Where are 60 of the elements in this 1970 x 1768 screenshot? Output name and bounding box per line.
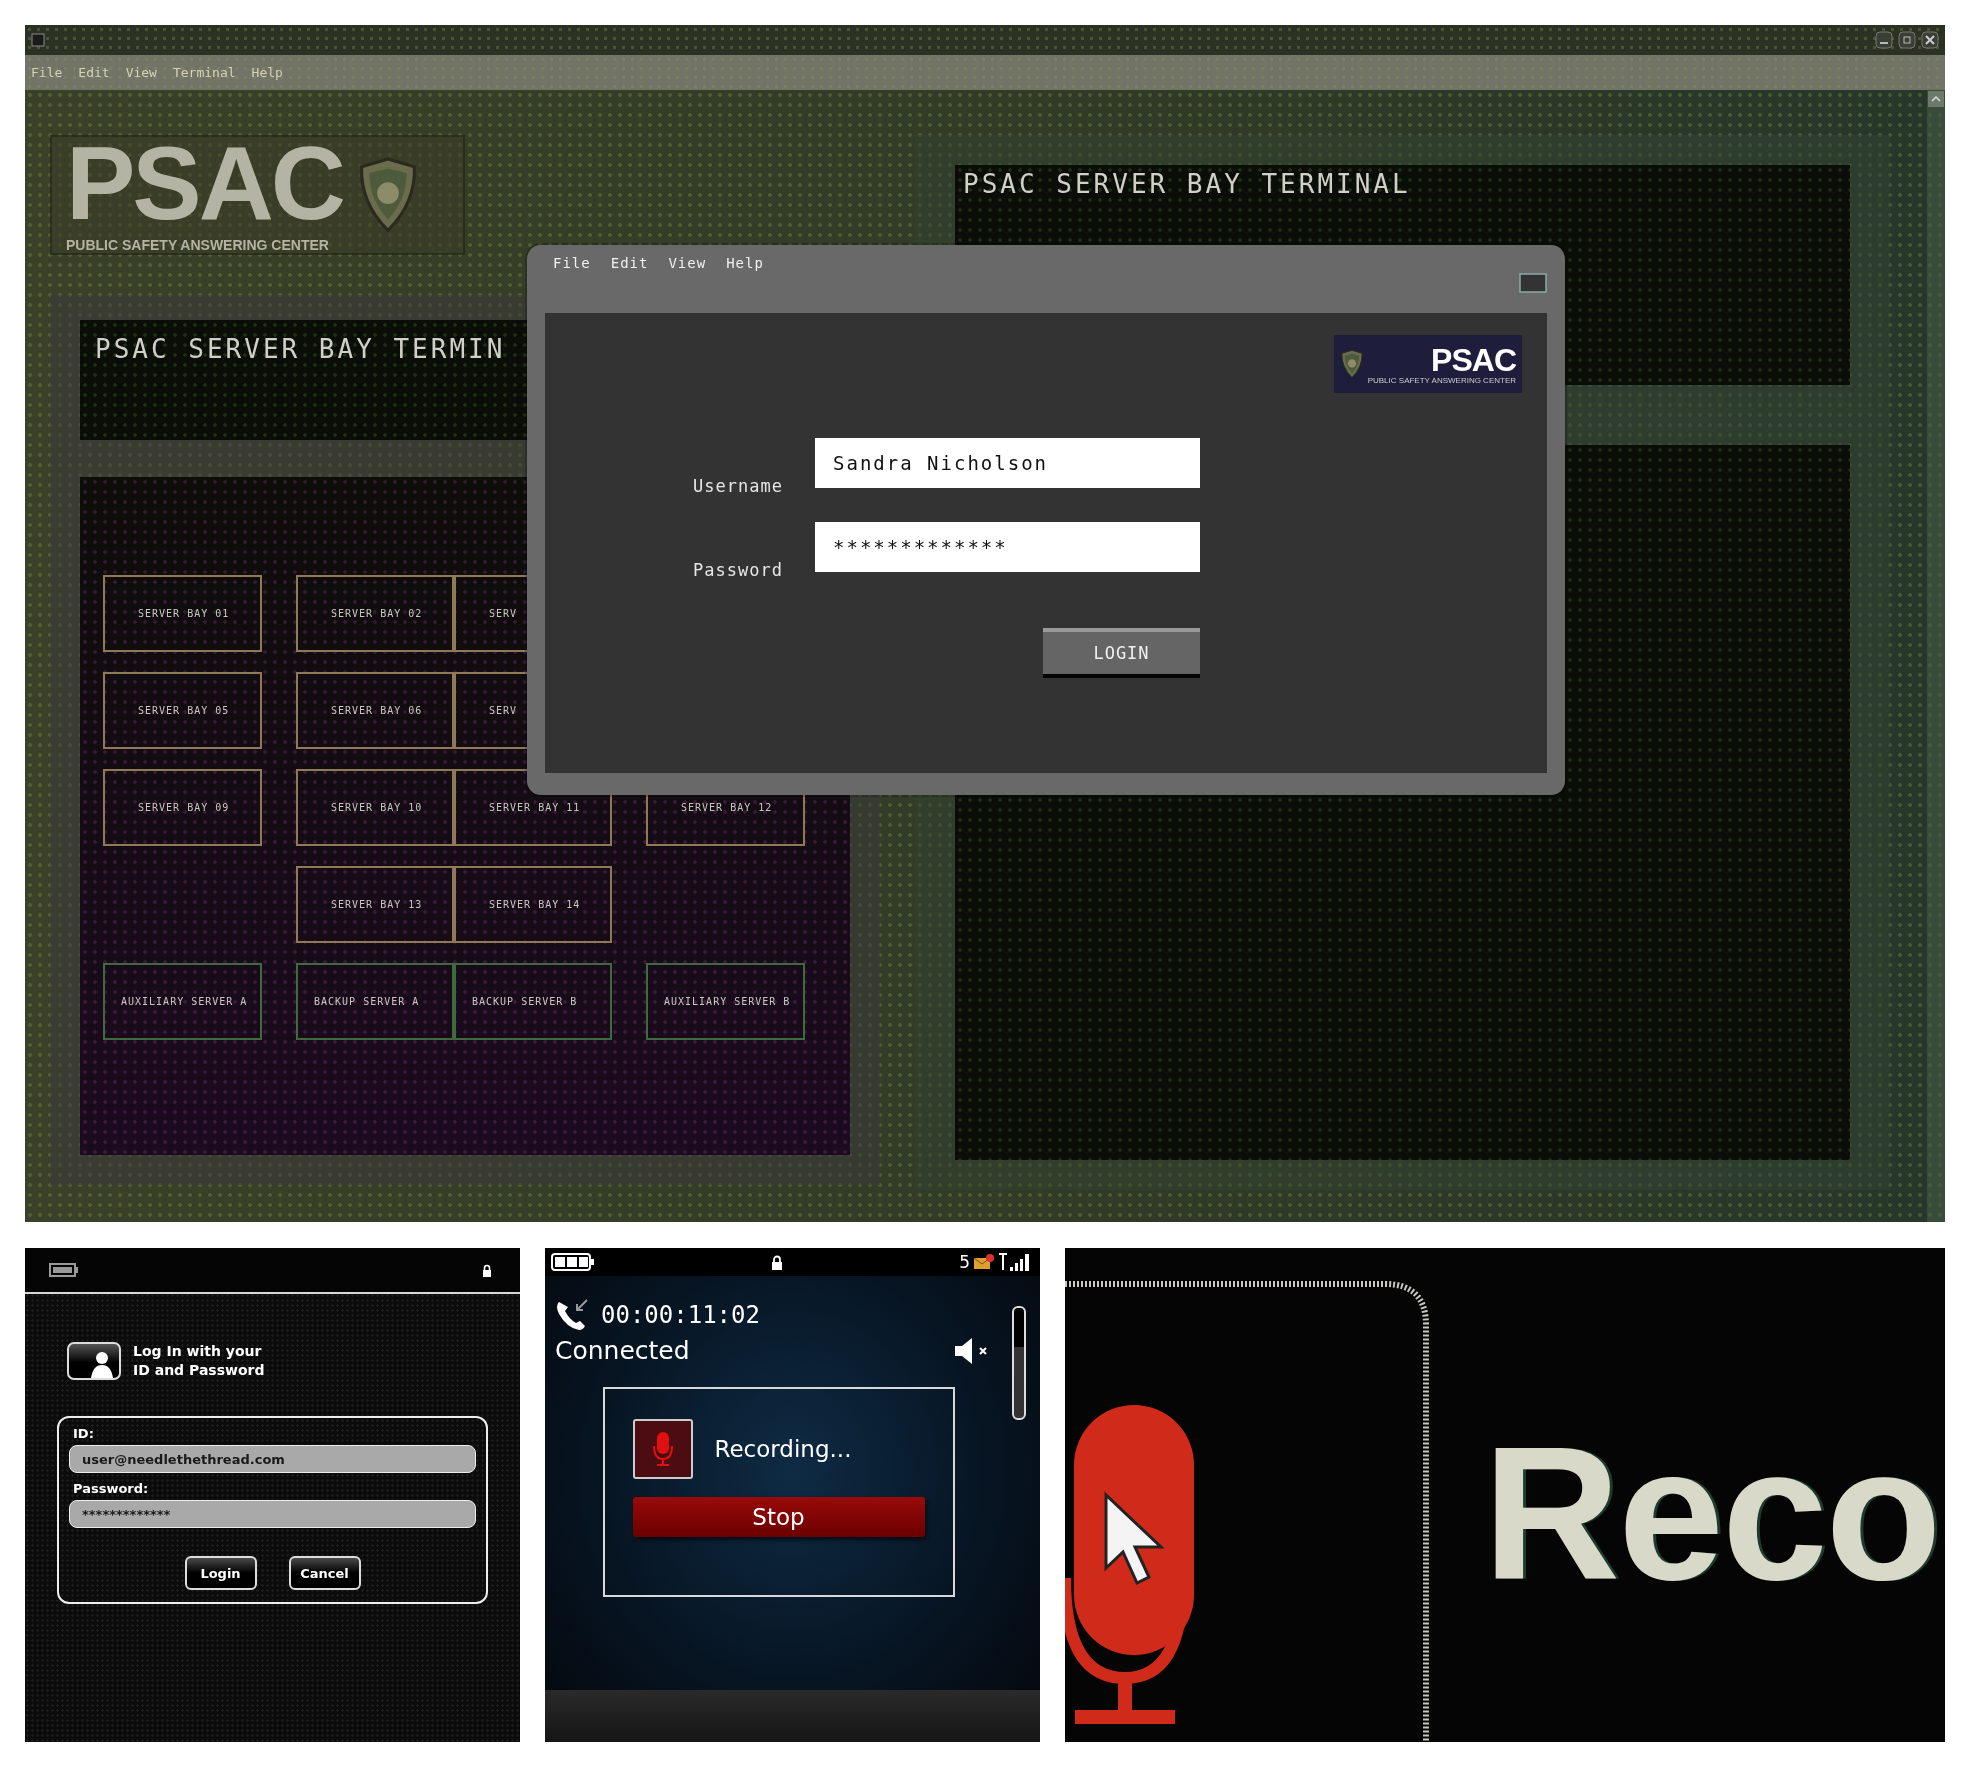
window-icon[interactable] xyxy=(1519,273,1547,293)
server-tile[interactable]: SERVER BAY 09 xyxy=(103,769,262,846)
server-tile[interactable]: SERVER BAY 05 xyxy=(103,672,262,749)
mail-icon xyxy=(974,1254,994,1270)
user-icon xyxy=(67,1342,121,1380)
server-tile[interactable]: BACKUP SERVER B xyxy=(454,963,612,1040)
microphone-icon xyxy=(632,1419,693,1479)
password-field[interactable]: ************* xyxy=(815,522,1200,572)
minimize-icon[interactable] xyxy=(1875,31,1893,49)
scroll-bar[interactable] xyxy=(1927,90,1945,1222)
maximize-icon[interactable] xyxy=(1898,31,1916,49)
login-button[interactable]: LOGIN xyxy=(1043,628,1200,678)
logo-title: PSAC xyxy=(1431,343,1516,376)
server-tile[interactable]: AUXILIARY SERVER A xyxy=(103,963,262,1040)
battery-icon xyxy=(551,1253,595,1271)
phone-icon xyxy=(555,1298,591,1332)
field-label: Password: xyxy=(73,1481,150,1496)
cancel-button[interactable]: Cancel xyxy=(288,1556,361,1590)
menu-item[interactable]: Help xyxy=(726,255,764,271)
lock-icon xyxy=(771,1254,784,1270)
close-icon[interactable] xyxy=(1921,31,1939,49)
field-label: Password xyxy=(693,560,783,580)
recording-label: Recording... xyxy=(714,1436,852,1462)
server-tile[interactable]: SERVER BAY 01 xyxy=(103,575,262,652)
password-field[interactable]: ************* xyxy=(69,1500,476,1528)
scroll-up-icon[interactable] xyxy=(1927,90,1945,108)
lock-icon xyxy=(482,1263,492,1277)
server-tile[interactable]: SERVER BAY 14 xyxy=(454,866,612,943)
server-tile[interactable]: SERVER BAY 06 xyxy=(296,672,454,749)
scroll-bar[interactable] xyxy=(1012,1306,1026,1420)
login-heading: Log In with your ID and Password xyxy=(133,1342,266,1380)
logo-subtitle: PUBLIC SAFETY ANSWERING CENTER xyxy=(66,236,330,253)
server-tile[interactable]: SERVER BAY 02 xyxy=(296,575,454,652)
menu-item[interactable]: File xyxy=(553,255,591,271)
battery-icon xyxy=(49,1263,79,1277)
call-status: Connected xyxy=(555,1336,690,1365)
app-icon xyxy=(31,33,45,47)
field-label: ID: xyxy=(73,1426,95,1441)
username-field[interactable]: Sandra Nicholson xyxy=(815,438,1200,488)
menu-item[interactable]: Edit xyxy=(610,255,649,271)
id-field[interactable]: user@needlethethread.com xyxy=(69,1445,476,1473)
speaker-muted-icon[interactable] xyxy=(954,1336,990,1365)
logo-subtitle: PUBLIC SAFETY ANSWERING CENTER xyxy=(1367,375,1516,385)
terminal-title: PSAC SERVER BAY TERMINAL xyxy=(963,169,1411,199)
server-tile[interactable]: BACKUP SERVER A xyxy=(296,963,454,1040)
menu-item[interactable]: View xyxy=(668,255,707,271)
login-button[interactable]: Login xyxy=(184,1556,257,1590)
field-label: Username xyxy=(693,476,783,496)
server-tile[interactable]: SERVER BAY 10 xyxy=(296,769,454,846)
signal-icon xyxy=(998,1253,1032,1271)
logo-title: PSAC xyxy=(66,137,343,231)
stop-button[interactable]: Stop xyxy=(632,1497,925,1537)
server-tile[interactable]: SERVER BAY 13 xyxy=(296,866,454,943)
server-tile[interactable]: AUXILIARY SERVER B xyxy=(646,963,805,1040)
message-count: 5 xyxy=(959,1252,970,1272)
terminal-title: PSAC SERVER BAY TERMIN xyxy=(95,334,506,364)
cursor-icon xyxy=(1104,1491,1165,1586)
call-timer: 00:00:11:02 xyxy=(601,1301,760,1329)
closeup-text: Reco xyxy=(1483,1418,1940,1608)
badge-icon xyxy=(1339,349,1364,379)
